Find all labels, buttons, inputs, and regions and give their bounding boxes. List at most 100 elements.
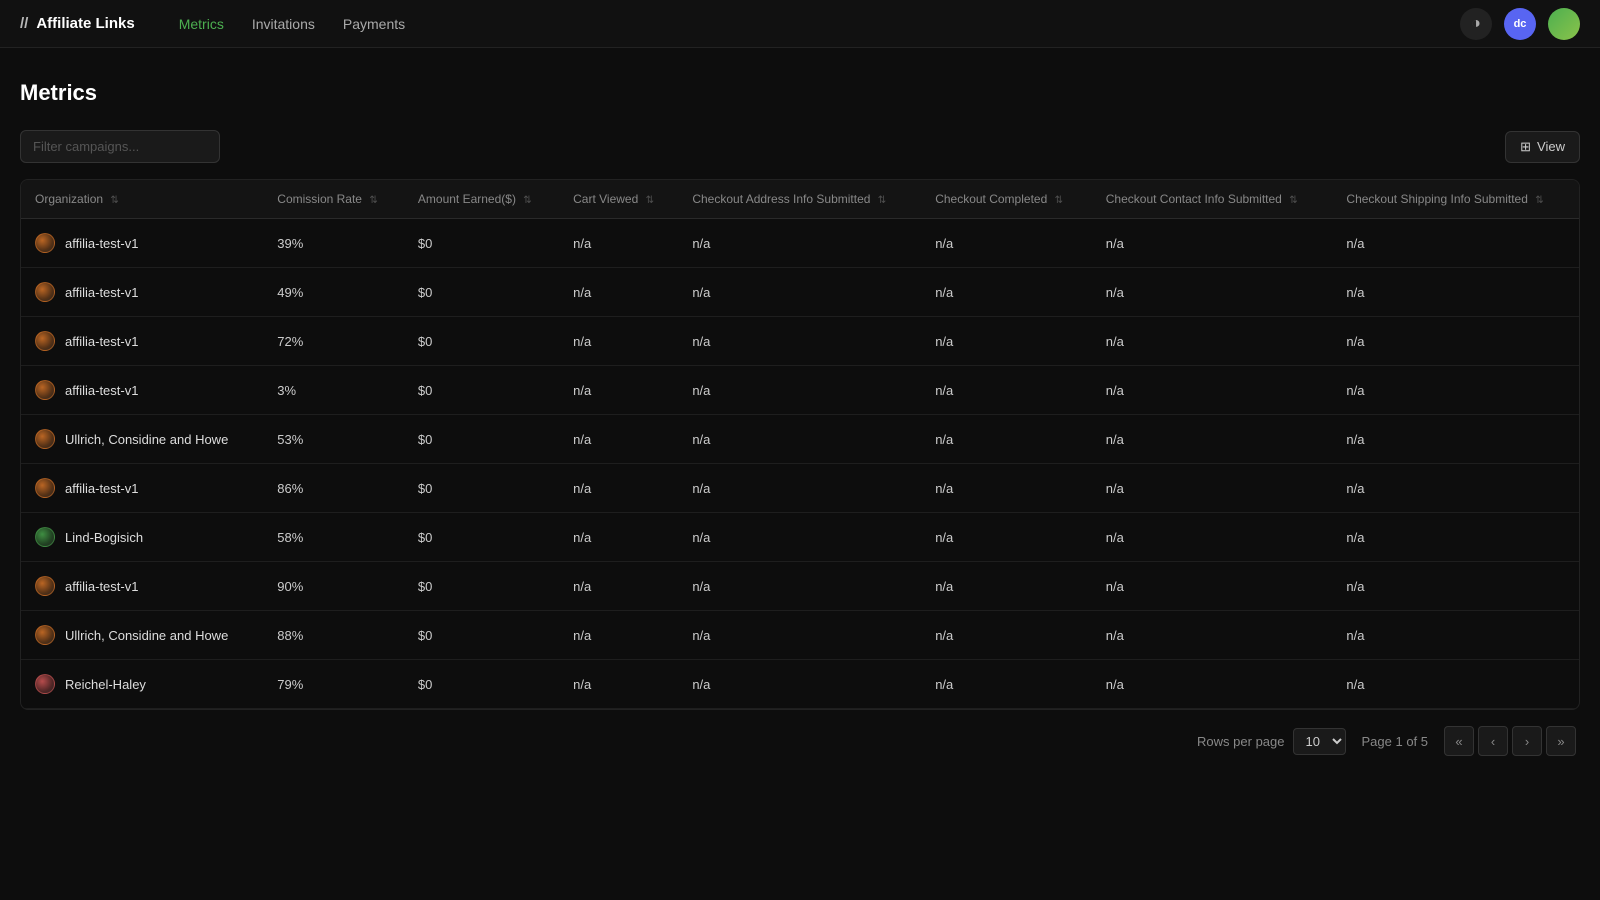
- view-button[interactable]: ⊞ View: [1505, 131, 1580, 163]
- sort-icon: ⇅: [369, 195, 377, 206]
- address-submitted-cell: n/a: [678, 513, 921, 562]
- checkout-completed-cell: n/a: [921, 366, 1092, 415]
- org-color-dot: [35, 674, 55, 694]
- org-cell: Ullrich, Considine and Howe: [21, 611, 263, 660]
- checkout-completed-cell: n/a: [921, 464, 1092, 513]
- contact-submitted-cell: n/a: [1092, 611, 1333, 660]
- shipping-submitted-cell: n/a: [1332, 268, 1579, 317]
- page: Metrics ⊞ View Organization ⇅ Comission …: [0, 0, 1600, 780]
- org-color-dot: [35, 233, 55, 253]
- contact-submitted-cell: n/a: [1092, 219, 1333, 268]
- org-cell: Lind-Bogisich: [21, 513, 263, 562]
- theme-icon: ◑: [1471, 15, 1481, 33]
- org-name: Lind-Bogisich: [65, 530, 143, 545]
- nav-metrics[interactable]: Metrics: [167, 10, 236, 38]
- checkout-completed-cell: n/a: [921, 513, 1092, 562]
- cart-viewed-cell: n/a: [559, 464, 678, 513]
- org-cell: affilia-test-v1: [21, 268, 263, 317]
- cart-viewed-cell: n/a: [559, 415, 678, 464]
- address-submitted-cell: n/a: [678, 219, 921, 268]
- earned-cell: $0: [404, 366, 559, 415]
- discord-button[interactable]: dc: [1504, 8, 1536, 40]
- theme-toggle-button[interactable]: ◑: [1460, 8, 1492, 40]
- last-page-button[interactable]: »: [1546, 726, 1576, 756]
- header-row: Organization ⇅ Comission Rate ⇅ Amount E…: [21, 180, 1579, 219]
- next-page-button[interactable]: ›: [1512, 726, 1542, 756]
- first-page-button[interactable]: «: [1444, 726, 1474, 756]
- commission-cell: 79%: [263, 660, 404, 709]
- page-nav-buttons: « ‹ › »: [1444, 726, 1576, 756]
- earned-cell: $0: [404, 268, 559, 317]
- brand[interactable]: // Affiliate Links: [20, 15, 135, 32]
- sort-icon: ⇅: [1535, 195, 1543, 206]
- col-shipping[interactable]: Checkout Shipping Info Submitted ⇅: [1332, 180, 1579, 219]
- org-color-dot: [35, 625, 55, 645]
- table-row: affilia-test-v1 49% $0 n/a n/a n/a n/a n…: [21, 268, 1579, 317]
- col-organization[interactable]: Organization ⇅: [21, 180, 263, 219]
- cart-viewed-cell: n/a: [559, 219, 678, 268]
- earned-cell: $0: [404, 513, 559, 562]
- earned-cell: $0: [404, 317, 559, 366]
- org-name: affilia-test-v1: [65, 334, 138, 349]
- metrics-table-wrapper: Organization ⇅ Comission Rate ⇅ Amount E…: [20, 179, 1580, 710]
- avatar[interactable]: [1548, 8, 1580, 40]
- discord-icon: dc: [1514, 18, 1527, 30]
- cart-viewed-cell: n/a: [559, 366, 678, 415]
- page-title: Metrics: [20, 80, 1580, 106]
- view-icon: ⊞: [1520, 139, 1531, 155]
- address-submitted-cell: n/a: [678, 660, 921, 709]
- table-body: affilia-test-v1 39% $0 n/a n/a n/a n/a n…: [21, 219, 1579, 709]
- commission-cell: 72%: [263, 317, 404, 366]
- shipping-submitted-cell: n/a: [1332, 611, 1579, 660]
- cart-viewed-cell: n/a: [559, 268, 678, 317]
- table-row: Lind-Bogisich 58% $0 n/a n/a n/a n/a n/a: [21, 513, 1579, 562]
- shipping-submitted-cell: n/a: [1332, 415, 1579, 464]
- contact-submitted-cell: n/a: [1092, 268, 1333, 317]
- org-name: affilia-test-v1: [65, 285, 138, 300]
- org-color-dot: [35, 429, 55, 449]
- page-info: Page 1 of 5: [1362, 734, 1429, 749]
- org-name: Ullrich, Considine and Howe: [65, 432, 228, 447]
- address-submitted-cell: n/a: [678, 317, 921, 366]
- brand-label: Affiliate Links: [36, 15, 134, 32]
- commission-cell: 88%: [263, 611, 404, 660]
- sort-icon: ⇅: [878, 195, 886, 206]
- commission-cell: 58%: [263, 513, 404, 562]
- address-submitted-cell: n/a: [678, 562, 921, 611]
- org-name: affilia-test-v1: [65, 579, 138, 594]
- col-commission[interactable]: Comission Rate ⇅: [263, 180, 404, 219]
- table-row: affilia-test-v1 3% $0 n/a n/a n/a n/a n/…: [21, 366, 1579, 415]
- org-cell: affilia-test-v1: [21, 464, 263, 513]
- cart-viewed-cell: n/a: [559, 660, 678, 709]
- org-name: Ullrich, Considine and Howe: [65, 628, 228, 643]
- prev-page-button[interactable]: ‹: [1478, 726, 1508, 756]
- shipping-submitted-cell: n/a: [1332, 562, 1579, 611]
- rows-per-page-label: Rows per page: [1197, 734, 1284, 749]
- org-color-dot: [35, 380, 55, 400]
- nav-payments[interactable]: Payments: [331, 10, 417, 38]
- address-submitted-cell: n/a: [678, 464, 921, 513]
- earned-cell: $0: [404, 660, 559, 709]
- table-header: Organization ⇅ Comission Rate ⇅ Amount E…: [21, 180, 1579, 219]
- table-row: affilia-test-v1 90% $0 n/a n/a n/a n/a n…: [21, 562, 1579, 611]
- col-earned[interactable]: Amount Earned($) ⇅: [404, 180, 559, 219]
- sort-icon: ⇅: [1055, 195, 1063, 206]
- col-addr[interactable]: Checkout Address Info Submitted ⇅: [678, 180, 921, 219]
- nav-invitations[interactable]: Invitations: [240, 10, 327, 38]
- commission-cell: 3%: [263, 366, 404, 415]
- org-color-dot: [35, 576, 55, 596]
- rows-per-page-select[interactable]: 10 25 50: [1293, 728, 1346, 755]
- shipping-submitted-cell: n/a: [1332, 317, 1579, 366]
- col-cart[interactable]: Cart Viewed ⇅: [559, 180, 678, 219]
- org-cell: Ullrich, Considine and Howe: [21, 415, 263, 464]
- cart-viewed-cell: n/a: [559, 317, 678, 366]
- filter-input[interactable]: [20, 130, 220, 163]
- col-contact[interactable]: Checkout Contact Info Submitted ⇅: [1092, 180, 1333, 219]
- cart-viewed-cell: n/a: [559, 513, 678, 562]
- earned-cell: $0: [404, 415, 559, 464]
- org-cell: affilia-test-v1: [21, 562, 263, 611]
- navbar-right: ◑ dc: [1460, 8, 1580, 40]
- col-completed[interactable]: Checkout Completed ⇅: [921, 180, 1092, 219]
- org-cell: affilia-test-v1: [21, 366, 263, 415]
- checkout-completed-cell: n/a: [921, 415, 1092, 464]
